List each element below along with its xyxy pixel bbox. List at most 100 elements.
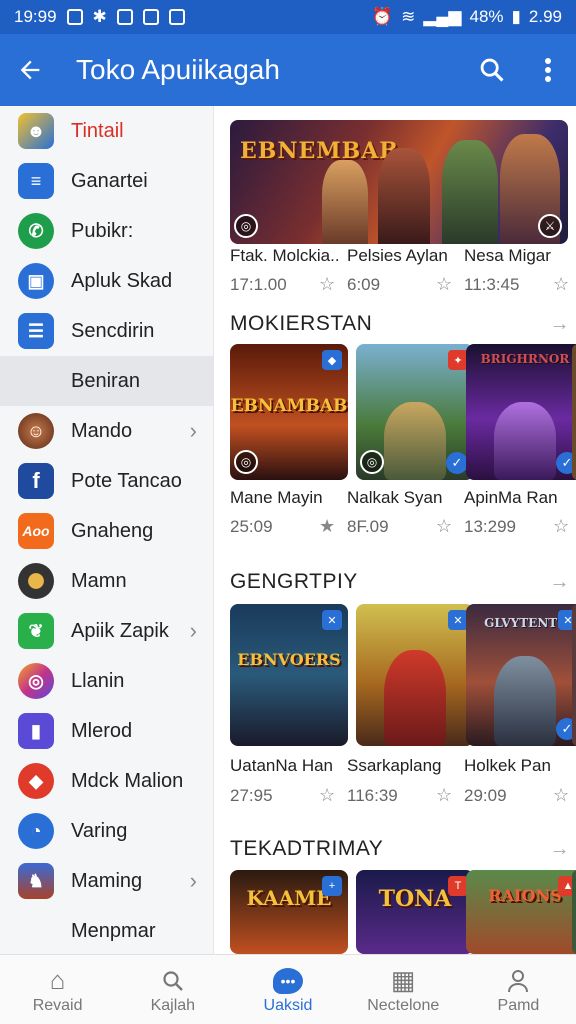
instagram-icon: ◎ — [18, 663, 54, 699]
chat-icon: ◔ — [18, 813, 54, 849]
star-icon[interactable]: ☆ — [436, 274, 456, 295]
sidebar-item-sencdirin[interactable]: ☰ Sencdirin — [0, 306, 213, 356]
section-header[interactable]: TEKADTRIMAY → — [230, 837, 570, 861]
section-header[interactable]: GENGRTPIY → — [230, 570, 570, 594]
game-card[interactable]: GLVYTENTS ✕ ✓ — [466, 604, 576, 746]
app-name[interactable]: Ftak. Molckia.. — [230, 246, 347, 266]
card-art-title: BRIGHRNOR — [480, 352, 570, 366]
back-button[interactable] — [0, 34, 60, 106]
sidebar-item-mdck-malion[interactable]: ◆ Mdck Malion — [0, 756, 213, 806]
arrow-right-icon[interactable]: → — [550, 571, 571, 594]
game-card[interactable]: EBNAMBAB ◆ ◎ — [230, 344, 348, 480]
sidebar-item-pubikr[interactable]: ✆ Pubikr: — [0, 206, 213, 256]
more-button[interactable] — [520, 34, 576, 106]
app-name[interactable]: Nalkak Syan — [347, 488, 464, 508]
star-icon[interactable]: ☆ — [553, 785, 573, 806]
star-icon[interactable]: ☆ — [553, 516, 573, 537]
app-name[interactable]: ApinMa Ran — [464, 488, 576, 508]
sidebar-item-tintail[interactable]: ☻ Tintail — [0, 106, 213, 156]
sidebar-item-label: Ganartei — [71, 169, 148, 192]
featured-banner[interactable]: EBNEMBAB ◎ ⚔ — [230, 120, 568, 244]
card-art-title: EBNVOERS — [237, 650, 341, 669]
cube-icon: ◆ — [18, 763, 54, 799]
search-icon — [161, 965, 185, 997]
game-card[interactable]: TONA T — [356, 870, 474, 954]
logo-icon: ◎ — [234, 450, 258, 474]
chevron-right-icon: › — [189, 418, 197, 443]
app-value: 17:1.00 — [230, 274, 287, 294]
app-name[interactable]: Holkek Pan — [464, 756, 576, 776]
card-peek — [572, 604, 576, 746]
sidebar-item-llanin[interactable]: ◎ Llanin — [0, 656, 213, 706]
banner-titles-row: Ftak. Molckia.. Pelsies Aylan Nesa Migar — [230, 246, 576, 266]
star-filled-icon[interactable]: ★ — [319, 516, 339, 537]
badge-icon: T — [448, 876, 468, 896]
sidebar-item-beniran[interactable]: Beniran — [0, 356, 213, 406]
sidebar-item-menpmar[interactable]: Menpmar — [0, 906, 213, 954]
sidebar-item-label: Mamn — [71, 569, 127, 592]
list-icon: ☰ — [18, 313, 54, 349]
apps-grid-icon: ▦ — [390, 965, 416, 995]
battery-percent: 48% — [469, 7, 504, 26]
store-icon: ▣ — [18, 263, 54, 299]
sidebar-item-label: Sencdirin — [71, 319, 155, 342]
nav-apps[interactable]: ▦ Nectelone — [346, 955, 461, 1024]
search-button[interactable] — [464, 34, 520, 106]
sidebar-item-label: Beniran — [71, 369, 140, 392]
banner-meta-row: 17:1.00 ☆ 6:09 ☆ 11:3:45 ☆ — [230, 274, 576, 295]
sidebar-item-mamn[interactable]: Mamn — [0, 556, 213, 606]
star-icon[interactable]: ☆ — [436, 785, 456, 806]
star-icon[interactable]: ☆ — [319, 274, 339, 295]
facebook-icon: f — [18, 463, 54, 499]
app-name[interactable]: Mane Mayin — [230, 488, 347, 508]
app-name[interactable]: UatanNa Han — [230, 756, 347, 776]
nav-search[interactable]: Kajlah — [115, 955, 230, 1024]
game-card[interactable]: BRIGHRNOR ✓ — [466, 344, 576, 480]
game-card[interactable]: KAAME + — [230, 870, 348, 954]
arrow-right-icon[interactable]: → — [550, 313, 571, 336]
sidebar-item-mando[interactable]: ☺ Mando › — [0, 406, 213, 456]
sidebar-item-apiik-zapik[interactable]: ❦ Apiik Zapik › — [0, 606, 213, 656]
app-value: 8F.09 — [347, 516, 389, 536]
character-figure — [494, 402, 556, 480]
nav-messages[interactable]: ••• Uaksid — [230, 955, 345, 1024]
sidebar-item-label: Gnaheng — [71, 519, 154, 542]
nav-profile[interactable]: Pamd — [461, 955, 576, 1024]
app-value: 11:3:45 — [464, 274, 520, 294]
game-card[interactable]: ✕ — [356, 604, 474, 746]
star-icon[interactable]: ☆ — [436, 516, 456, 537]
app-value: 13:299 — [464, 516, 516, 536]
sidebar-item-mlerod[interactable]: ▮ Mlerod — [0, 706, 213, 756]
chevron-right-icon: › — [189, 618, 197, 643]
character-figure — [384, 402, 446, 480]
sidebar-item-label: Pote Tancao — [71, 469, 182, 492]
sidebar-item-pote-tancao[interactable]: f Pote Tancao — [0, 456, 213, 506]
sidebar-item-maming[interactable]: ♞ Maming › — [0, 856, 213, 906]
arrow-right-icon[interactable]: → — [550, 838, 571, 861]
game-card[interactable]: RAIONS ▲ — [466, 870, 576, 954]
wifi-icon: ≋ — [401, 7, 416, 26]
sidebar-item-label: Mlerod — [71, 719, 133, 742]
sidebar-item-apluk-skad[interactable]: ▣ Apluk Skad — [0, 256, 213, 306]
star-icon[interactable]: ☆ — [319, 785, 339, 806]
sidebar-item-varing[interactable]: ◔ Varing — [0, 806, 213, 856]
game-card[interactable]: EBNVOERS ✕ — [230, 604, 348, 746]
nav-home[interactable]: ⌂ Revaid — [0, 955, 115, 1024]
card-peek — [572, 870, 576, 954]
sidebar-item-label: Llanin — [71, 669, 125, 692]
app-name[interactable]: Ssarkaplang — [347, 756, 464, 776]
game-card[interactable]: ✦ ◎ ✓ — [356, 344, 474, 480]
sidebar-item-label: Mando — [71, 419, 133, 442]
star-icon[interactable]: ☆ — [553, 274, 573, 295]
app-name[interactable]: Pelsies Aylan — [347, 246, 464, 266]
phone-icon: ✆ — [18, 213, 54, 249]
image-notify-icon — [142, 9, 159, 25]
main-content: EBNEMBAB ◎ ⚔ Ftak. Molckia.. Pelsies Ayl… — [214, 106, 576, 954]
sidebar-item-ganartei[interactable]: ≡ Ganartei — [0, 156, 213, 206]
app-name[interactable]: Nesa Migar — [464, 246, 576, 266]
sidebar-item-gnaheng[interactable]: Aoo Gnaheng — [0, 506, 213, 556]
tire-icon — [18, 563, 54, 599]
sidebar-item-label: Varing — [71, 819, 128, 842]
section-header[interactable]: MOKIERSTAN → — [230, 312, 570, 336]
chevron-right-icon: › — [189, 868, 197, 893]
